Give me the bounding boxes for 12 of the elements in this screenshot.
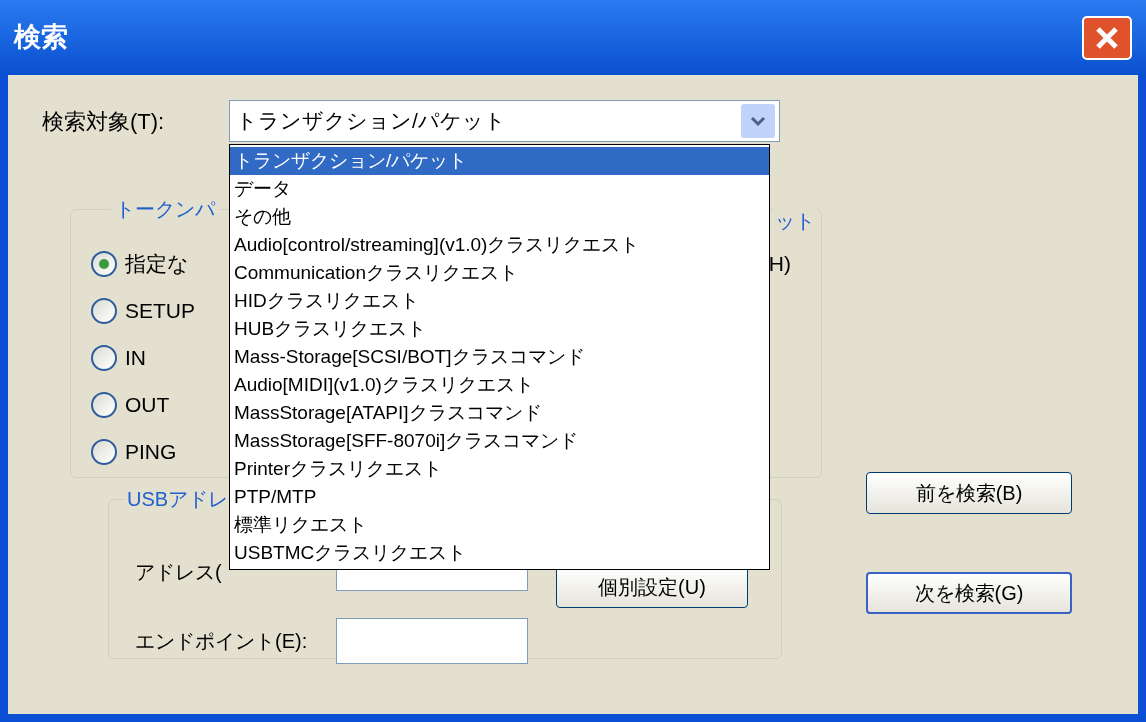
field-label: アドレス( xyxy=(135,560,222,585)
radio-label: 指定な xyxy=(125,250,189,277)
radio-label: IN xyxy=(125,344,146,371)
radio-label: OUT xyxy=(125,391,170,418)
group-title: トークンパ xyxy=(114,197,217,222)
window-title: 検索 xyxy=(14,21,68,55)
radio-label: PING xyxy=(125,438,177,465)
radio-label: SETUP xyxy=(125,297,195,324)
radio-label: H) xyxy=(768,250,791,277)
group-title: USBアドレ xyxy=(126,487,230,512)
field-label: エンドポイント(E): xyxy=(135,629,308,654)
field-label: 検索対象(T): xyxy=(42,107,166,136)
